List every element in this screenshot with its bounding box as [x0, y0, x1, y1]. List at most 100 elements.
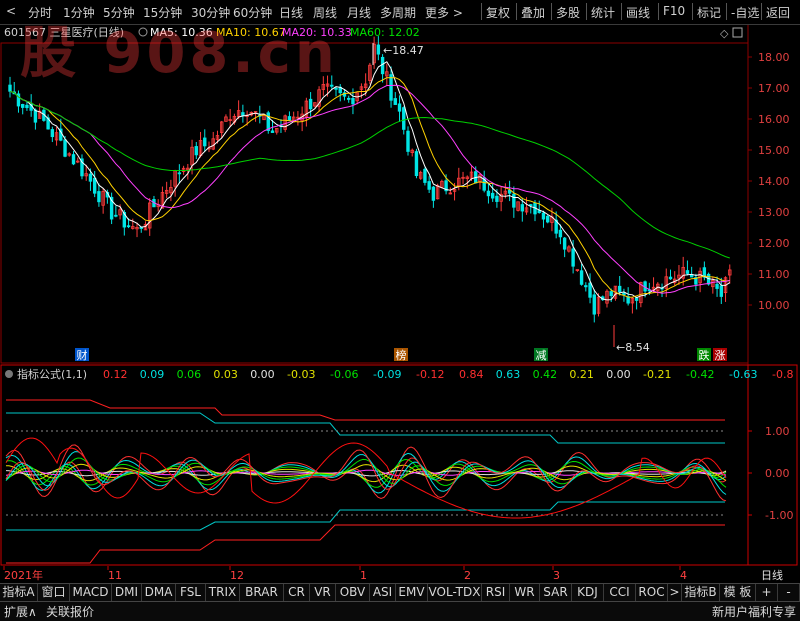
indicator-tab-7[interactable]: BRAR [240, 584, 284, 601]
candle-body[interactable] [414, 151, 419, 177]
candle-body[interactable] [8, 84, 12, 92]
promo-link[interactable]: 新用户福利专享 [712, 603, 796, 620]
candle-body[interactable] [431, 186, 436, 201]
indicator-tab-10[interactable]: OBV [336, 584, 370, 601]
candle-body[interactable] [406, 130, 410, 152]
candle-body[interactable] [423, 168, 427, 183]
back-arrow-icon[interactable]: < [6, 4, 16, 18]
candle-body[interactable] [88, 173, 93, 182]
candle-body[interactable] [308, 98, 313, 110]
candle-body[interactable] [592, 294, 596, 315]
candle-body[interactable] [126, 225, 131, 228]
chart-area[interactable]: 601567 三星医疗(日线) MA5: 10.36 MA10: 10.67 MA20… [0, 25, 800, 582]
candle-body[interactable] [114, 214, 118, 217]
indicator-tab-0[interactable]: 指标A [0, 584, 38, 601]
candle-body[interactable] [719, 285, 723, 297]
indicator-tab-2[interactable]: MACD [70, 584, 112, 601]
candle-body[interactable] [402, 107, 406, 130]
status-button-0[interactable]: 扩展∧ [4, 603, 37, 620]
candle-body[interactable] [617, 285, 622, 293]
candle-body[interactable] [512, 193, 516, 208]
candle-body[interactable] [588, 282, 592, 298]
candle-body[interactable] [495, 195, 499, 202]
candle-body[interactable] [584, 285, 588, 288]
candle-body[interactable] [63, 139, 67, 157]
indicator-tab-1[interactable]: 窗口 [38, 584, 70, 601]
indicator-tab-18[interactable]: CCI [604, 584, 636, 601]
legend-toggle-icon[interactable] [138, 27, 148, 37]
candle-body[interactable] [397, 103, 402, 112]
indicator-tab-12[interactable]: EMV [396, 584, 428, 601]
chart-canvas[interactable]: 601567 三星医疗(日线) MA5: 10.36 MA10: 10.67MA20… [0, 25, 800, 585]
tool-button-4[interactable]: 画线 [626, 4, 650, 21]
period-button-7[interactable]: 周线 [313, 4, 337, 21]
candle-body[interactable] [626, 296, 630, 304]
candle-body[interactable] [25, 104, 29, 109]
candle-body[interactable] [546, 215, 550, 223]
indicator-tab-11[interactable]: ASI [370, 584, 396, 601]
candle-body[interactable] [50, 129, 55, 138]
candle-body[interactable] [376, 44, 381, 55]
candle-body[interactable] [347, 97, 351, 100]
period-button-0[interactable]: 分时 [28, 4, 52, 21]
tool-button-2[interactable]: 多股 [556, 4, 580, 21]
indicator-tab-16[interactable]: SAR [540, 584, 572, 601]
candle-body[interactable] [330, 84, 334, 87]
tool-button-0[interactable]: 复权 [486, 4, 510, 21]
candle-body[interactable] [558, 229, 563, 238]
candle-body[interactable] [380, 56, 385, 75]
candle-body[interactable] [622, 292, 626, 296]
candle-body[interactable] [490, 192, 495, 199]
period-button-9[interactable]: 多周期 [380, 4, 416, 21]
candle-body[interactable] [486, 190, 491, 197]
candle-body[interactable] [92, 177, 97, 194]
tool-button-8[interactable]: 返回 [766, 4, 790, 21]
indicator-tab-3[interactable]: DMI [112, 584, 142, 601]
candle-body[interactable] [266, 112, 270, 131]
tool-button-5[interactable]: F10 [663, 4, 685, 18]
tool-button-7[interactable]: -自选 [731, 4, 759, 21]
candle-body[interactable] [270, 130, 275, 133]
candle-body[interactable] [579, 270, 584, 285]
candle-body[interactable] [389, 74, 393, 101]
period-button-6[interactable]: 日线 [279, 4, 303, 21]
candle-body[interactable] [571, 248, 575, 267]
candle-body[interactable] [33, 109, 38, 123]
indicator-tab-4[interactable]: DMA [142, 584, 176, 601]
candle-body[interactable] [194, 146, 198, 156]
indicator-tab-13[interactable]: VOL-TDX [428, 584, 482, 601]
period-button-4[interactable]: 30分钟 [191, 4, 230, 21]
period-button-1[interactable]: 1分钟 [63, 4, 95, 21]
candle-body[interactable] [520, 204, 525, 212]
indicator-tab-22[interactable]: 模 板 [720, 584, 756, 601]
indicator-tab-17[interactable]: KDJ [572, 584, 604, 601]
candle-body[interactable] [634, 297, 639, 301]
indicator-toggle-icon[interactable] [5, 370, 13, 378]
candle-body[interactable] [203, 137, 207, 147]
tool-button-3[interactable]: 统计 [591, 4, 615, 21]
candle-body[interactable] [393, 98, 397, 105]
tool-button-1[interactable]: 叠加 [521, 4, 545, 21]
indicator-tab-6[interactable]: TRIX [206, 584, 240, 601]
period-button-5[interactable]: 60分钟 [233, 4, 272, 21]
candle-body[interactable] [241, 112, 245, 117]
indicator-tab-21[interactable]: 指标B [682, 584, 720, 601]
period-button-3[interactable]: 15分钟 [143, 4, 182, 21]
candle-body[interactable] [685, 270, 690, 274]
candle-body[interactable] [689, 274, 694, 278]
candle-body[interactable] [97, 191, 101, 203]
candle-body[interactable] [668, 276, 673, 280]
indicator-tab-15[interactable]: WR [510, 584, 540, 601]
candle-body[interactable] [334, 87, 338, 90]
indicator-tab-14[interactable]: RSI [482, 584, 510, 601]
period-button-10[interactable]: 更多 > [425, 4, 463, 21]
candle-body[interactable] [71, 154, 76, 165]
indicator-tab-23[interactable]: + [756, 584, 778, 601]
candle-body[interactable] [351, 97, 355, 105]
tool-button-6[interactable]: 标记 [697, 4, 721, 21]
status-button-1[interactable]: 关联报价 [46, 603, 94, 620]
indicator-tab-8[interactable]: CR [284, 584, 310, 601]
indicator-tab-20[interactable]: > [668, 584, 682, 601]
indicator-tab-19[interactable]: ROC [636, 584, 668, 601]
indicator-tab-24[interactable]: - [778, 584, 800, 601]
